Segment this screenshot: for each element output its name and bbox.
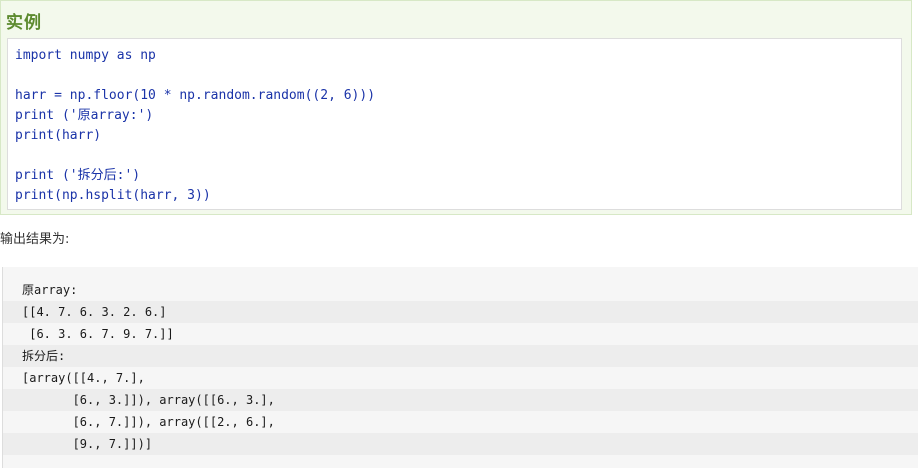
- code-line: print ('原array:'): [15, 108, 154, 123]
- example-title: 实例: [6, 13, 42, 33]
- output-label: 输出结果为:: [0, 232, 70, 247]
- output-line: 原array:: [22, 283, 78, 297]
- code-line: print(np.hsplit(harr, 3)): [15, 188, 211, 203]
- output-row: 原array:: [3, 279, 918, 301]
- output-row: [6., 7.]]), array([[2., 6.],: [3, 411, 918, 433]
- code-line: print ('拆分后:'): [15, 168, 141, 183]
- output-row: [array([[4., 7.],: [3, 367, 918, 389]
- output-line: 拆分后:: [22, 349, 66, 363]
- code-line: print(harr): [15, 128, 102, 143]
- code-line: harr = np.floor(10 * np.random.random((2…: [15, 88, 376, 103]
- code-line: import numpy as np: [15, 48, 156, 63]
- output-line: [array([[4., 7.],: [22, 371, 145, 385]
- output-row: [6., 3.]]), array([[6., 3.],: [3, 389, 918, 411]
- output-row: 拆分后:: [3, 345, 918, 367]
- output-row: [[4. 7. 6. 3. 2. 6.]: [3, 301, 918, 323]
- output-row: [6. 3. 6. 7. 9. 7.]]: [3, 323, 918, 345]
- output-line: [6., 3.]]), array([[6., 3.],: [22, 393, 275, 407]
- output-line: [6. 3. 6. 7. 9. 7.]]: [22, 327, 174, 341]
- output-block[interactable]: 原array: [[4. 7. 6. 3. 2. 6.] [6. 3. 6. 7…: [2, 267, 918, 468]
- output-row: [9., 7.]])]: [3, 433, 918, 455]
- example-panel: 实例 import numpy as np harr = np.floor(10…: [0, 0, 912, 215]
- output-line: [6., 7.]]), array([[2., 6.],: [22, 415, 275, 429]
- output-line: [[4. 7. 6. 3. 2. 6.]: [22, 305, 167, 319]
- code-block[interactable]: import numpy as np harr = np.floor(10 * …: [7, 38, 902, 210]
- output-line: [9., 7.]])]: [22, 437, 153, 451]
